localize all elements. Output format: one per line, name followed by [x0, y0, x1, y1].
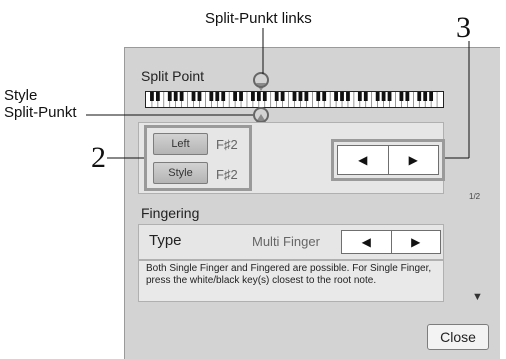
annotation-lines	[86, 28, 470, 159]
